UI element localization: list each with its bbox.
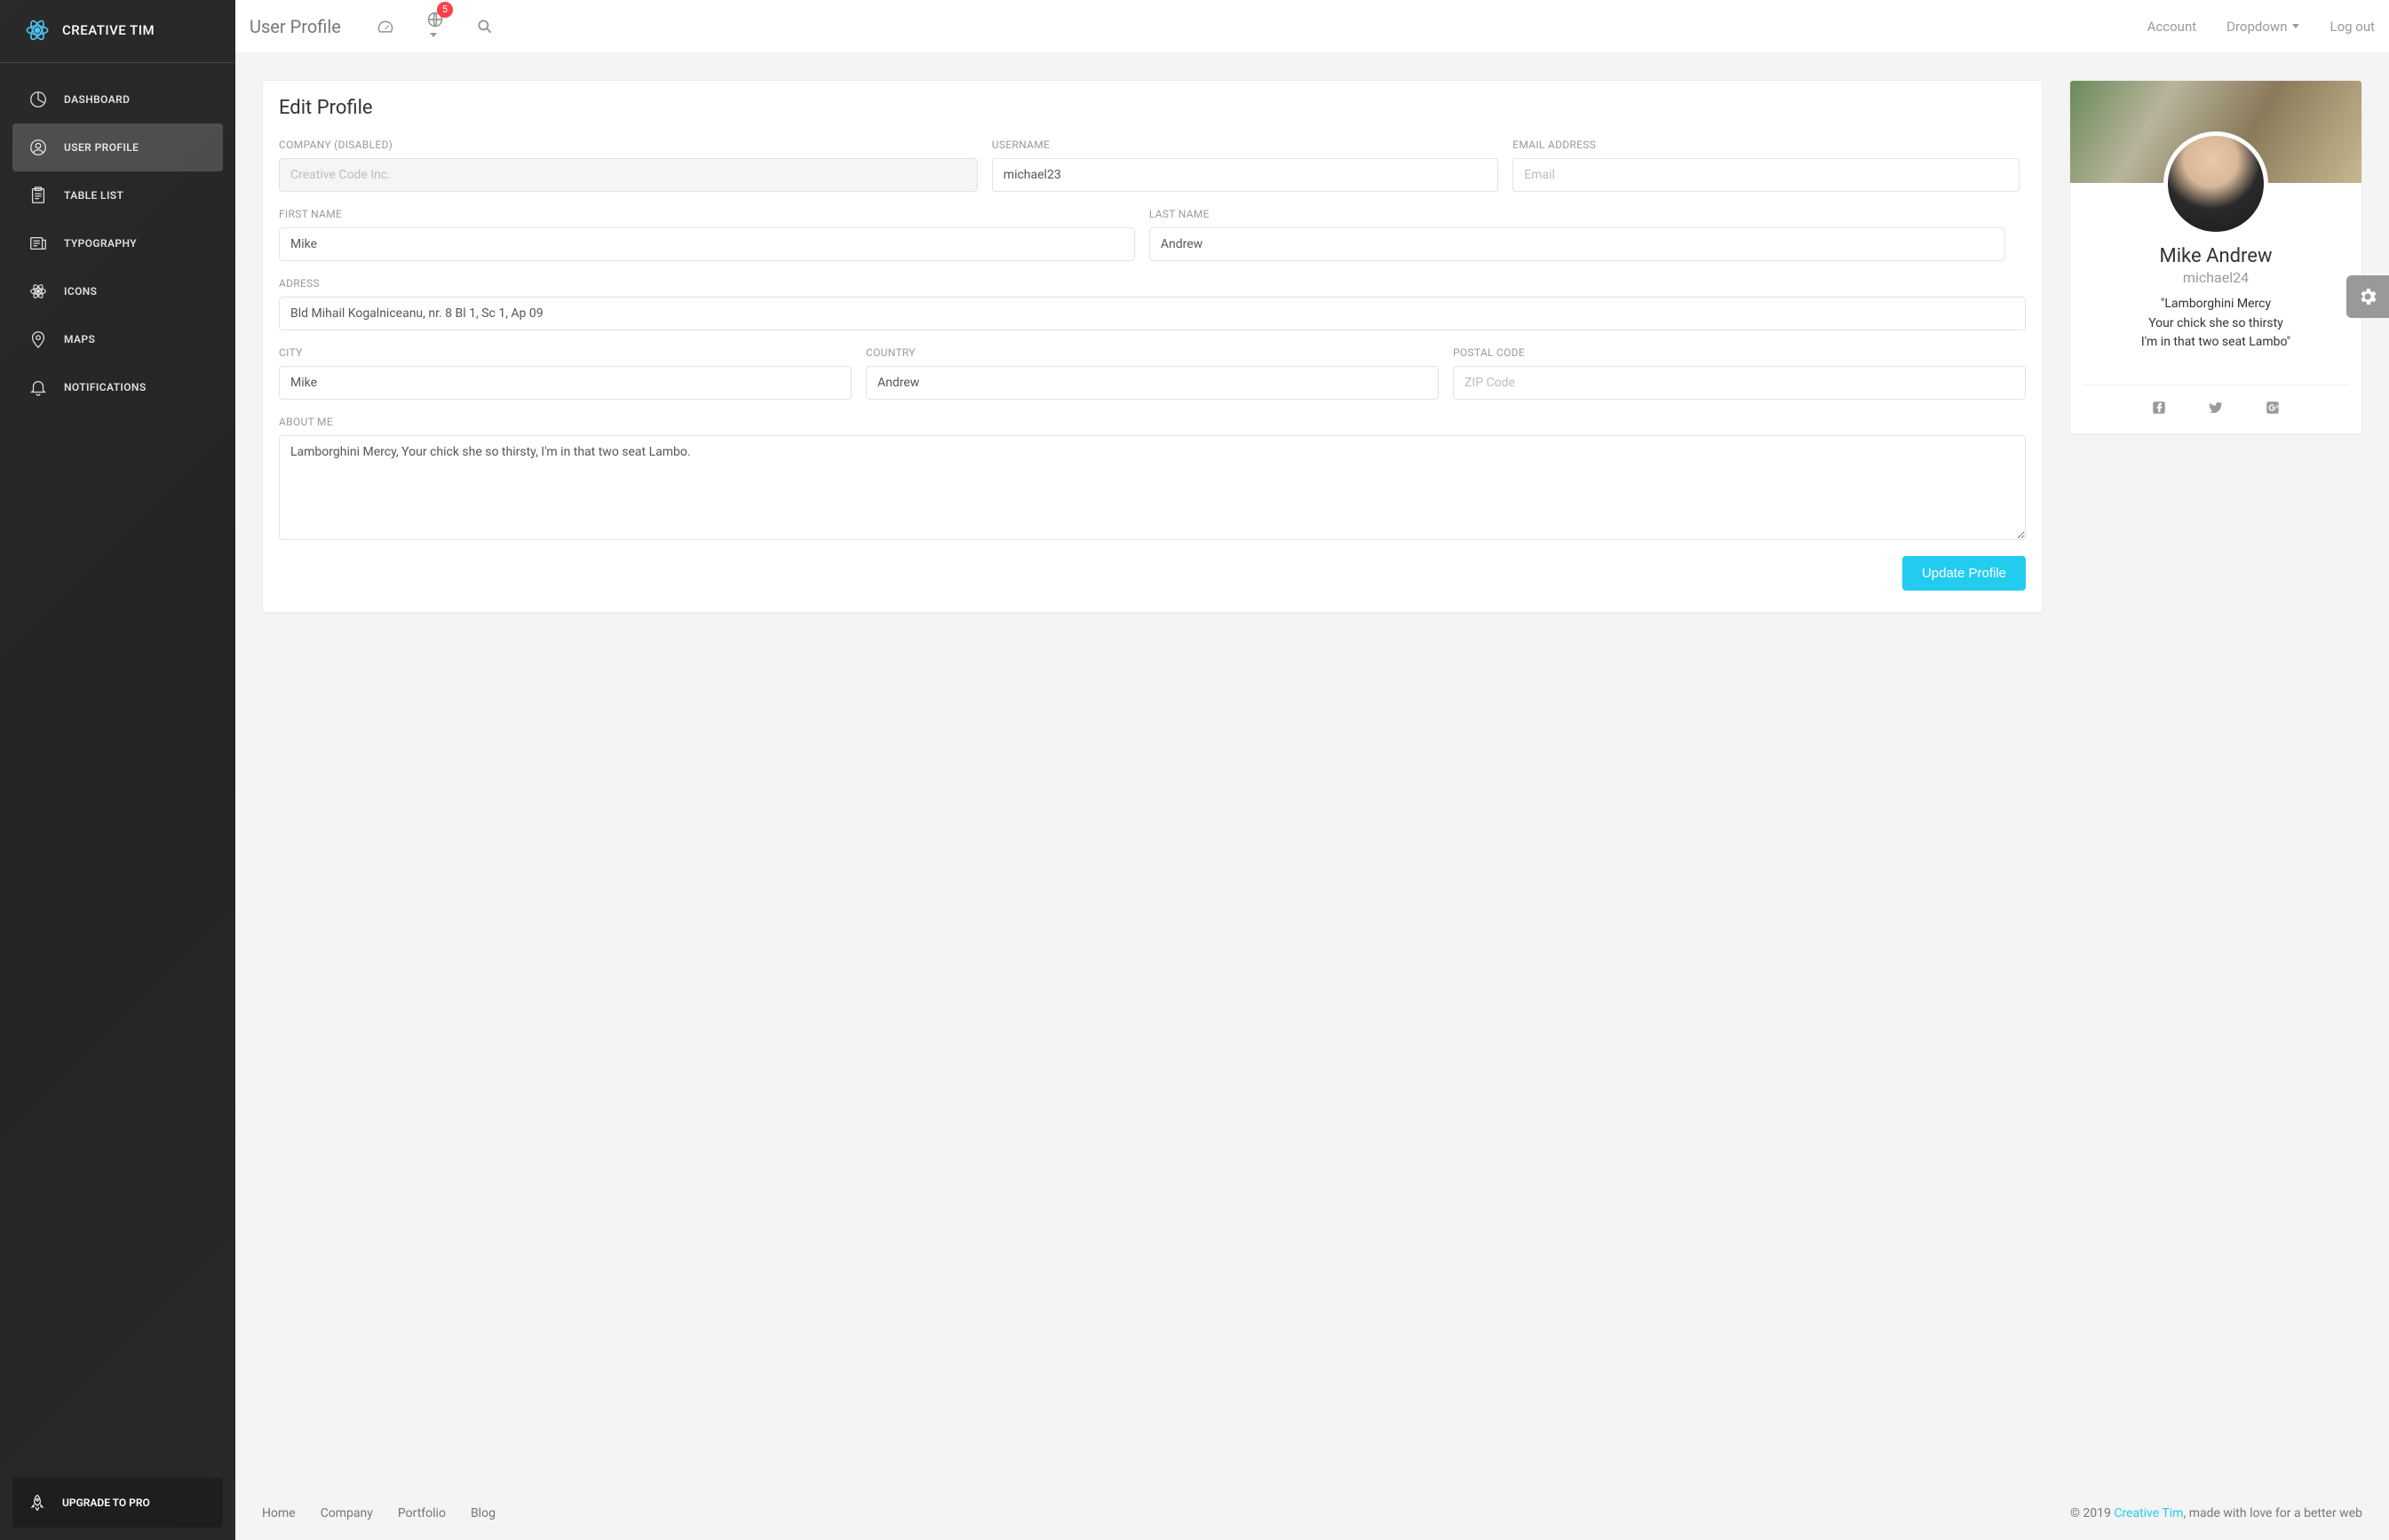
edit-profile-card: Edit Profile COMPANY (DISABLED) USERNAME… (262, 80, 2043, 613)
nav-label: NOTIFICATIONS (64, 381, 147, 393)
search-button[interactable] (476, 18, 494, 36)
city-input[interactable] (279, 366, 852, 400)
gauge-icon (377, 18, 394, 36)
email-label: EMAIL ADDRESS (1512, 139, 2019, 151)
sidebar-item-dashboard[interactable]: DASHBOARD (12, 75, 223, 123)
sidebar-item-typography[interactable]: TYPOGRAPHY (12, 219, 223, 267)
footer-link-blog[interactable]: Blog (471, 1506, 496, 1520)
postal-input[interactable] (1453, 366, 2026, 400)
nav-label: TYPOGRAPHY (64, 237, 137, 250)
username-label: USERNAME (992, 139, 1498, 151)
card-title: Edit Profile (279, 97, 2026, 119)
first-name-input[interactable] (279, 227, 1135, 261)
gear-icon (2357, 286, 2378, 307)
sidebar-item-table-list[interactable]: TABLE LIST (12, 171, 223, 219)
profile-quote: "Lamborghini Mercy Your chick she so thi… (2088, 295, 2344, 353)
last-name-label: LAST NAME (1149, 208, 2005, 220)
pie-chart-icon (28, 90, 48, 109)
sidebar-item-maps[interactable]: MAPS (12, 315, 223, 363)
sidebar-nav: DASHBOARD USER PROFILE TABLE LIST TYPOGR… (0, 63, 235, 1465)
about-textarea[interactable] (279, 435, 2026, 540)
page-title: User Profile (250, 16, 341, 37)
footer-brand-link[interactable]: Creative Tim (2114, 1506, 2183, 1520)
rocket-icon (28, 1492, 46, 1513)
google-plus-icon[interactable] (2265, 400, 2281, 416)
company-input (279, 158, 978, 192)
nav-label: MAPS (64, 333, 95, 345)
dropdown-link[interactable]: Dropdown (2226, 19, 2299, 35)
sidebar-item-icons[interactable]: ICONS (12, 267, 223, 315)
address-label: ADRESS (279, 277, 2026, 290)
footer-link-portfolio[interactable]: Portfolio (398, 1506, 446, 1520)
account-link[interactable]: Account (2147, 19, 2197, 35)
sidebar-item-user-profile[interactable]: USER PROFILE (12, 123, 223, 171)
sidebar: CREATIVE TIM DASHBOARD USER PROFILE TABL… (0, 0, 235, 1540)
profile-card: Mike Andrew michael24 "Lamborghini Mercy… (2069, 80, 2362, 434)
upgrade-label: UPGRADE TO PRO (62, 1496, 150, 1509)
nav-label: TABLE LIST (64, 189, 123, 202)
bell-icon (28, 377, 48, 397)
news-icon (28, 234, 48, 253)
footer: Home Company Portfolio Blog © 2019 Creat… (235, 1487, 2389, 1540)
about-label: ABOUT ME (279, 416, 2026, 428)
brand-logo[interactable]: CREATIVE TIM (0, 0, 235, 63)
dashboard-icon-button[interactable] (377, 18, 394, 36)
caret-down-icon (430, 33, 437, 37)
username-input[interactable] (992, 158, 1498, 192)
logout-link[interactable]: Log out (2329, 19, 2375, 35)
profile-name: Mike Andrew (2088, 245, 2344, 267)
pin-icon (28, 329, 48, 349)
notification-badge: 5 (437, 2, 453, 18)
update-profile-button[interactable]: Update Profile (1902, 556, 2026, 591)
profile-cover (2070, 81, 2361, 183)
notifications-dropdown[interactable]: 5 (426, 11, 444, 43)
caret-down-icon (2292, 24, 2299, 28)
city-label: CITY (279, 346, 852, 359)
profile-handle: michael24 (2088, 269, 2344, 286)
avatar (2163, 131, 2268, 236)
last-name-input[interactable] (1149, 227, 2005, 261)
first-name-label: FIRST NAME (279, 208, 1135, 220)
sidebar-item-notifications[interactable]: NOTIFICATIONS (12, 363, 223, 411)
address-input[interactable] (279, 297, 2026, 330)
footer-link-home[interactable]: Home (262, 1506, 296, 1520)
user-icon (28, 138, 48, 157)
settings-fab[interactable] (2346, 275, 2389, 318)
country-label: COUNTRY (866, 346, 1439, 359)
postal-label: POSTAL CODE (1453, 346, 2026, 359)
footer-link-company[interactable]: Company (321, 1506, 373, 1520)
footer-copyright: © 2019 Creative Tim, made with love for … (2070, 1506, 2362, 1520)
company-label: COMPANY (DISABLED) (279, 139, 978, 151)
nav-label: ICONS (64, 285, 97, 298)
search-icon (476, 18, 494, 36)
nav-label: USER PROFILE (64, 141, 139, 154)
email-input[interactable] (1512, 158, 2019, 192)
nav-label: DASHBOARD (64, 93, 130, 106)
react-icon (25, 18, 50, 43)
brand-name: CREATIVE TIM (62, 22, 155, 38)
clipboard-icon (28, 186, 48, 205)
atom-icon (28, 282, 48, 301)
twitter-icon[interactable] (2208, 400, 2224, 416)
upgrade-to-pro-button[interactable]: UPGRADE TO PRO (12, 1478, 223, 1528)
facebook-icon[interactable] (2151, 400, 2167, 416)
country-input[interactable] (866, 366, 1439, 400)
topbar: User Profile 5 Account Dropdown Log out (235, 0, 2389, 53)
